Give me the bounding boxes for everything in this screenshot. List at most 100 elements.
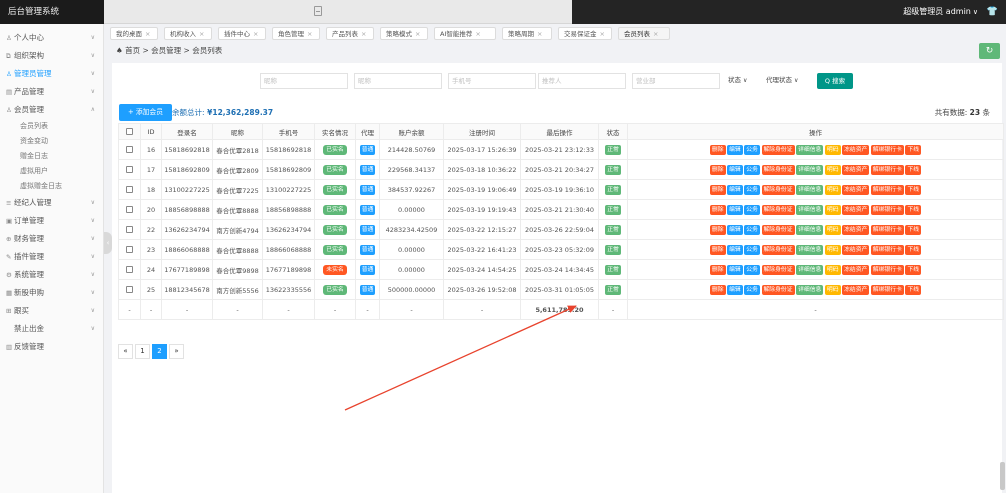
action-button[interactable]: 冻结资产 bbox=[842, 244, 870, 255]
action-button[interactable]: 删除 bbox=[709, 244, 726, 255]
action-button[interactable]: 删除 bbox=[709, 204, 726, 215]
action-button[interactable]: 冻结资产 bbox=[842, 184, 870, 195]
action-button[interactable]: 冻结资产 bbox=[842, 224, 870, 235]
action-button[interactable]: 解除身份证 bbox=[761, 224, 795, 235]
sidebar-item[interactable]: ♙ 会员管理 ∧ bbox=[0, 101, 103, 119]
action-button[interactable]: 解绑银行卡 bbox=[870, 184, 904, 195]
action-button[interactable]: 明码 bbox=[824, 144, 841, 155]
page-button[interactable]: » bbox=[169, 344, 184, 359]
row-checkbox[interactable] bbox=[126, 246, 133, 253]
action-button[interactable]: 解除身份证 bbox=[761, 144, 795, 155]
sidebar-item[interactable]: ✎ 插件管理 ∨ bbox=[0, 248, 103, 266]
action-button[interactable]: 明码 bbox=[824, 284, 841, 295]
sidebar-item[interactable]: 禁止出金 ∨ bbox=[0, 320, 103, 338]
action-button[interactable]: 编辑 bbox=[727, 264, 743, 275]
action-button[interactable]: 冻结资产 bbox=[842, 204, 870, 215]
action-button[interactable]: 解绑银行卡 bbox=[870, 204, 904, 215]
referrer-input[interactable] bbox=[538, 73, 626, 89]
page-button[interactable]: 2 bbox=[152, 344, 167, 359]
action-button[interactable]: 详细信息 bbox=[796, 284, 824, 295]
tab-item[interactable]: 会员列表 × bbox=[618, 27, 670, 40]
action-button[interactable]: 明码 bbox=[824, 164, 841, 175]
page-button[interactable]: « bbox=[118, 344, 133, 359]
action-button[interactable]: 冻结资产 bbox=[842, 264, 870, 275]
action-button[interactable]: 解除身份证 bbox=[761, 164, 795, 175]
action-button[interactable]: 公务 bbox=[744, 224, 760, 235]
action-button[interactable]: 解绑银行卡 bbox=[870, 164, 904, 175]
action-button[interactable]: 冻结资产 bbox=[842, 284, 870, 295]
close-icon[interactable]: × bbox=[307, 30, 312, 38]
action-button[interactable]: 解除身份证 bbox=[761, 204, 795, 215]
action-button[interactable]: 公务 bbox=[744, 284, 760, 295]
row-checkbox[interactable] bbox=[126, 206, 133, 213]
row-checkbox[interactable] bbox=[126, 166, 133, 173]
sidebar-item[interactable]: ⧉ 组织架构 ∨ bbox=[0, 47, 103, 65]
sidebar-item[interactable]: ▥ 反馈管理 bbox=[0, 338, 103, 356]
action-button[interactable]: 详细信息 bbox=[796, 184, 824, 195]
sidebar-subitem[interactable]: 虚拟用户 bbox=[0, 164, 103, 179]
sidebar-item[interactable]: ⊕ 财务管理 ∨ bbox=[0, 230, 103, 248]
close-icon[interactable]: × bbox=[415, 30, 420, 38]
sidebar-subitem[interactable]: 虚拟赠金日志 bbox=[0, 179, 103, 194]
sidebar-item[interactable]: ▣ 订单管理 ∨ bbox=[0, 212, 103, 230]
action-button[interactable]: 编辑 bbox=[727, 224, 743, 235]
sidebar-item[interactable]: ⊞ 跟买 ∨ bbox=[0, 302, 103, 320]
action-button[interactable]: 解除身份证 bbox=[761, 244, 795, 255]
action-button[interactable]: 明码 bbox=[824, 244, 841, 255]
page-scrollbar[interactable] bbox=[1000, 462, 1005, 490]
status-select[interactable]: 状态 ∨ bbox=[726, 73, 747, 89]
row-checkbox[interactable] bbox=[126, 146, 133, 153]
tab-item[interactable]: 产品列表 × bbox=[326, 27, 374, 40]
refresh-button[interactable]: ↻ bbox=[979, 43, 1000, 59]
close-icon[interactable]: × bbox=[253, 30, 258, 38]
action-button[interactable]: 编辑 bbox=[727, 204, 743, 215]
action-button[interactable]: 冻结资产 bbox=[842, 144, 870, 155]
close-icon[interactable]: × bbox=[653, 30, 658, 38]
tab-item[interactable]: 角色管理 × bbox=[272, 27, 320, 40]
close-icon[interactable]: × bbox=[537, 30, 542, 38]
sidebar-item[interactable]: ≡ 经纪人管理 ∨ bbox=[0, 194, 103, 212]
action-button[interactable]: 公务 bbox=[744, 184, 760, 195]
action-button[interactable]: 详细信息 bbox=[796, 144, 824, 155]
action-button[interactable]: 详细信息 bbox=[796, 204, 824, 215]
action-button[interactable]: 解除身份证 bbox=[761, 284, 795, 295]
sidebar-item[interactable]: ▦ 新股申购 ∨ bbox=[0, 284, 103, 302]
search-button[interactable]: Q 搜索 bbox=[817, 73, 853, 89]
sidebar-subitem[interactable]: 赠金日志 bbox=[0, 149, 103, 164]
action-button[interactable]: 明码 bbox=[824, 204, 841, 215]
action-button[interactable]: 删除 bbox=[709, 224, 726, 235]
action-button[interactable]: 编辑 bbox=[727, 144, 743, 155]
action-button[interactable]: 下线 bbox=[905, 264, 922, 275]
action-button[interactable]: 解绑银行卡 bbox=[870, 264, 904, 275]
close-icon[interactable]: × bbox=[199, 30, 204, 38]
action-button[interactable]: 详细信息 bbox=[796, 264, 824, 275]
tab-item[interactable]: 交易保证金 × bbox=[558, 27, 612, 40]
tab-item[interactable]: 我的桌面 × bbox=[110, 27, 158, 40]
action-button[interactable]: 详细信息 bbox=[796, 164, 824, 175]
close-icon[interactable]: × bbox=[145, 30, 150, 38]
action-button[interactable]: 冻结资产 bbox=[842, 164, 870, 175]
page-button[interactable]: 1 bbox=[135, 344, 150, 359]
row-checkbox[interactable] bbox=[126, 186, 133, 193]
branch-input[interactable] bbox=[632, 73, 720, 89]
action-button[interactable]: 解绑银行卡 bbox=[870, 284, 904, 295]
tab-item[interactable]: 策略模式 × bbox=[380, 27, 428, 40]
sidebar-item[interactable]: ▤ 产品管理 ∨ bbox=[0, 83, 103, 101]
sidebar-subitem[interactable]: 会员列表 bbox=[0, 119, 103, 134]
action-button[interactable]: 公务 bbox=[744, 204, 760, 215]
action-button[interactable]: 详细信息 bbox=[796, 224, 824, 235]
action-button[interactable]: 编辑 bbox=[727, 164, 743, 175]
select-all-checkbox[interactable] bbox=[126, 128, 133, 135]
sidebar-item[interactable]: ♙ 个人中心 ∨ bbox=[0, 29, 103, 47]
action-button[interactable]: 删除 bbox=[709, 164, 726, 175]
action-button[interactable]: 编辑 bbox=[727, 184, 743, 195]
add-member-button[interactable]: + 添加会员 bbox=[119, 104, 172, 121]
row-checkbox[interactable] bbox=[126, 286, 133, 293]
home-icon[interactable]: ♠ bbox=[116, 46, 123, 55]
shirt-icon[interactable]: 👕 bbox=[987, 0, 998, 24]
action-button[interactable]: 下线 bbox=[905, 184, 922, 195]
nickname-input[interactable] bbox=[260, 73, 348, 89]
tab-item[interactable]: 策略周期 × bbox=[502, 27, 552, 40]
sidebar-subitem[interactable]: 资金变动 bbox=[0, 134, 103, 149]
collapse-sidebar-handle[interactable]: ‹ bbox=[104, 232, 112, 254]
